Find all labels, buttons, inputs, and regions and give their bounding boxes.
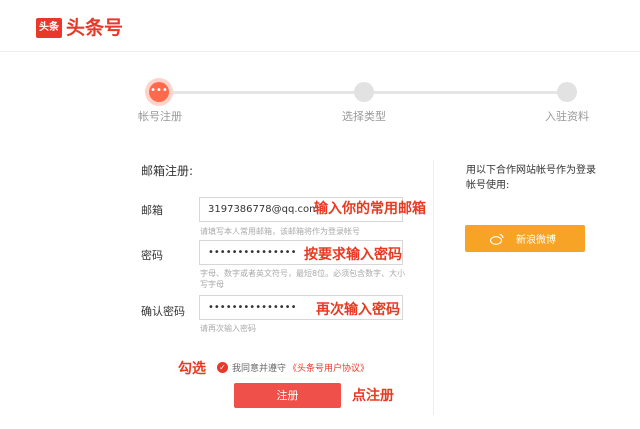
step-2-label: 选择类型 [342,110,386,123]
annotation-confirm: 再次输入密码 [316,302,400,318]
header: 头条 头条号 [0,0,640,52]
partner-login-text: 用以下合作网站帐号作为登录帐号使用: [466,165,596,191]
email-label: 邮箱 [141,204,163,217]
agreement-row: ✓ 我同意并遵守 《头条号用户协议》 [217,360,369,374]
step-1-dot: ••• [149,82,169,102]
annotation-password: 按要求输入密码 [304,247,402,263]
password-hint: 字母、数字或者英文符号，最短8位。必须包含数字、大小写字母 [200,269,406,289]
checkbox-checked-icon[interactable]: ✓ [217,361,228,373]
annotation-check: 勾选 [178,361,206,377]
confirm-password-hint: 请再次输入密码 [200,324,256,333]
divider [433,160,434,415]
annotation-email: 输入你的常用邮箱 [314,201,426,217]
agreement-link[interactable]: 《头条号用户协议》 [288,361,369,374]
logo-badge[interactable]: 头条 [36,18,62,38]
weibo-icon [489,233,504,245]
section-title: 邮箱注册: [141,164,194,178]
step-3-dot [557,82,577,102]
step-1-label: 帐号注册 [138,110,182,123]
email-hint: 请填写本人常用邮箱，该邮箱将作为登录帐号 [200,227,360,236]
password-label: 密码 [141,249,163,262]
logo-title[interactable]: 头条号 [66,16,123,40]
step-2-dot [354,82,374,102]
register-button[interactable]: 注册 [234,383,341,408]
annotation-submit: 点注册 [352,388,394,404]
agreement-text: 我同意并遵守 [232,363,287,374]
step-3-label: 入驻资料 [545,110,589,123]
weibo-login-label: 新浪微博 [516,235,556,246]
weibo-login-button[interactable]: 新浪微博 [465,225,585,252]
confirm-password-label: 确认密码 [141,305,185,318]
